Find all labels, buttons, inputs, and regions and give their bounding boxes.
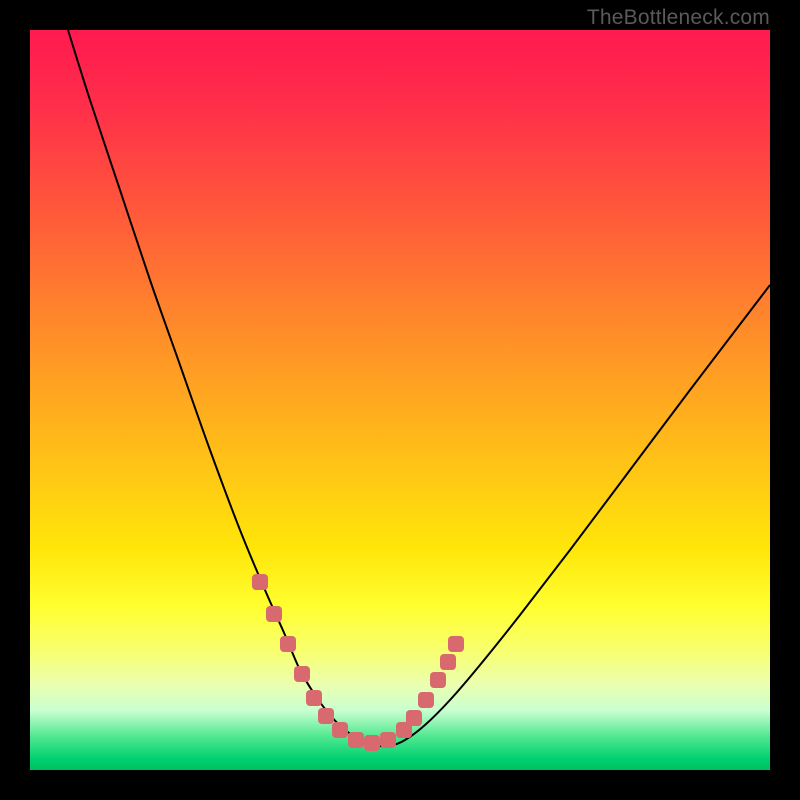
curve-marker xyxy=(448,636,464,652)
curve-marker xyxy=(440,654,456,670)
chart-svg xyxy=(30,30,770,770)
bottleneck-curve xyxy=(68,30,770,747)
curve-marker xyxy=(266,606,282,622)
curve-marker xyxy=(332,722,348,738)
marker-group xyxy=(252,574,464,751)
curve-marker xyxy=(280,636,296,652)
curve-marker xyxy=(306,690,322,706)
curve-marker xyxy=(418,692,434,708)
curve-marker xyxy=(348,732,364,748)
curve-marker xyxy=(430,672,446,688)
curve-marker xyxy=(318,708,334,724)
curve-marker xyxy=(252,574,268,590)
curve-marker xyxy=(406,710,422,726)
watermark-text: TheBottleneck.com xyxy=(587,6,770,30)
curve-marker xyxy=(380,732,396,748)
curve-marker xyxy=(294,666,310,682)
curve-marker xyxy=(364,735,380,751)
chart-frame xyxy=(30,30,770,770)
